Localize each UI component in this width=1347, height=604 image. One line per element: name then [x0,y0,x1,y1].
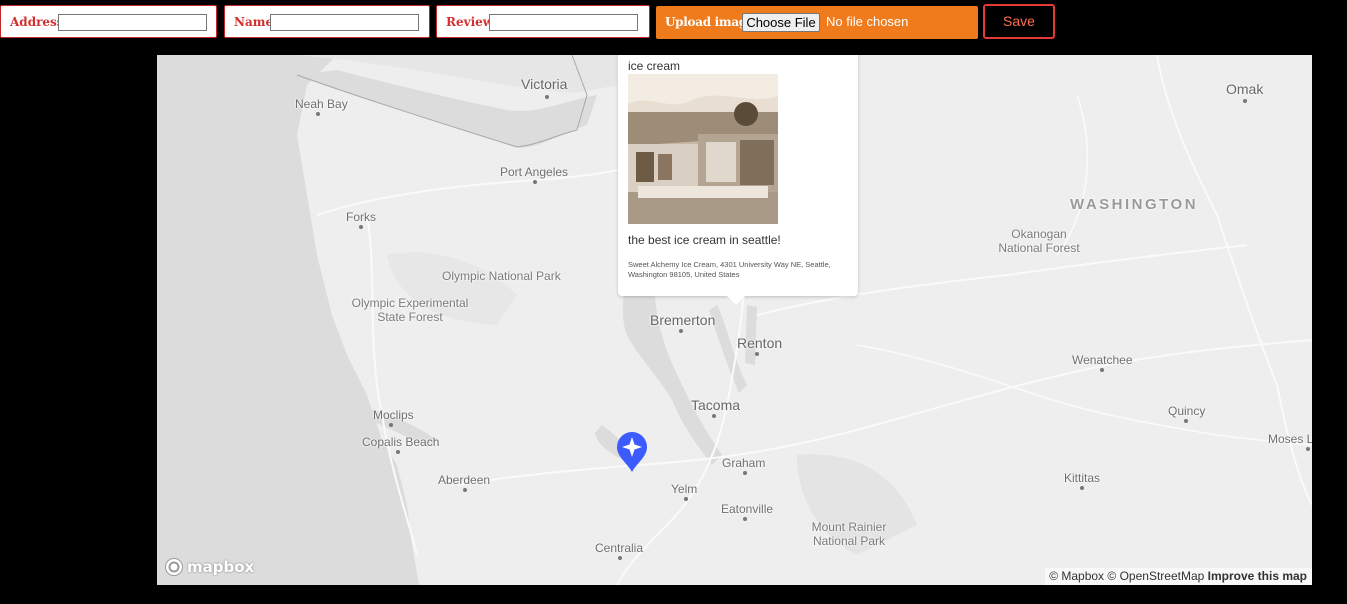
place-dot [743,471,747,475]
place-label-victoria: Victoria [521,76,568,92]
place-dot [389,423,393,427]
place-label-wenatchee: Wenatchee [1072,353,1133,367]
address-field-group: Address [0,5,217,38]
place-label-aberdeen: Aberdeen [438,473,491,487]
map-attribution: © Mapbox © OpenStreetMap Improve this ma… [1045,568,1312,585]
place-dot [618,556,622,560]
place-label-olympic-experimental-state-forest: Olympic Experimental State Forest [351,296,469,324]
place-dot [684,497,688,501]
mapbox-logo-text: mapbox [187,558,255,576]
place-dot [1080,486,1084,490]
place-label-bremerton: Bremerton [650,312,716,328]
place-label-centralia: Centralia [595,541,644,555]
name-input[interactable] [270,14,419,31]
save-button[interactable]: Save [983,4,1055,39]
location-popup: ice cream the best ice cream in seattle!… [618,55,858,305]
place-dot [316,112,320,116]
place-label-kittitas: Kittitas [1064,471,1101,485]
mapbox-logo[interactable]: mapbox [164,557,254,577]
place-label-copalis-beach: Copalis Beach [362,435,440,449]
attribution-mapbox-link[interactable]: © Mapbox [1049,569,1104,583]
review-field-group: Review [436,5,650,38]
review-input[interactable] [489,14,638,31]
place-label-yelm: Yelm [671,482,698,496]
popup-review: the best ice cream in seattle! [628,233,781,247]
place-label-mount-rainier-national-park: Mount Rainier National Park [811,520,887,548]
place-label-moclips: Moclips [373,408,414,422]
place-label-forks: Forks [346,210,376,224]
place-dot [743,517,747,521]
upload-image-group: Upload image Choose File No file chosen [656,6,978,39]
place-dot [712,414,716,418]
place-dot [679,329,683,333]
popup-title: ice cream [628,59,681,73]
place-dot [755,352,759,356]
place-dot [545,95,549,99]
place-label-neah-bay: Neah Bay [295,97,348,111]
place-dot [1184,419,1188,423]
file-status-text: No file chosen [826,14,909,29]
upload-image-label: Upload image [665,15,755,29]
mapbox-logo-icon [165,558,183,576]
place-label-moses-lake: Moses Lake [1268,432,1312,446]
review-label: Review [446,15,494,29]
place-dot [1243,99,1247,103]
place-dot [533,180,537,184]
place-label-omak: Omak [1226,81,1264,97]
map-pin-icon[interactable] [615,431,649,473]
place-label-olympic-national-park: Olympic National Park [442,269,561,283]
place-dot [359,225,363,229]
place-label-port-angeles: Port Angeles [500,165,569,179]
state-label-washington: WASHINGTON [1070,196,1199,213]
place-dot [396,450,400,454]
popup-photo [628,74,778,224]
popup-address: Sweet Alchemy Ice Cream, 4301 University… [628,260,831,279]
place-label-renton: Renton [737,335,783,351]
choose-file-button[interactable]: Choose File [742,13,820,32]
place-label-okanogan-national-forest: Okanogan National Forest [998,227,1080,255]
attribution-osm-link[interactable]: © OpenStreetMap [1107,569,1204,583]
name-label: Name [234,15,274,29]
name-field-group: Name [224,5,430,38]
address-label: Address [10,15,64,29]
place-label-tacoma: Tacoma [691,397,741,413]
popup-tip [726,295,746,305]
address-input[interactable] [58,14,207,31]
place-dot [1306,447,1310,451]
place-label-eatonville: Eatonville [721,502,774,516]
improve-map-link[interactable]: Improve this map [1208,569,1307,583]
place-dot [1100,368,1104,372]
place-label-graham: Graham [722,456,766,470]
map-canvas[interactable]: Victoria Neah Bay Port Angeles Forks Oly… [157,55,1312,585]
place-label-quincy: Quincy [1168,404,1206,418]
place-dot [463,488,467,492]
